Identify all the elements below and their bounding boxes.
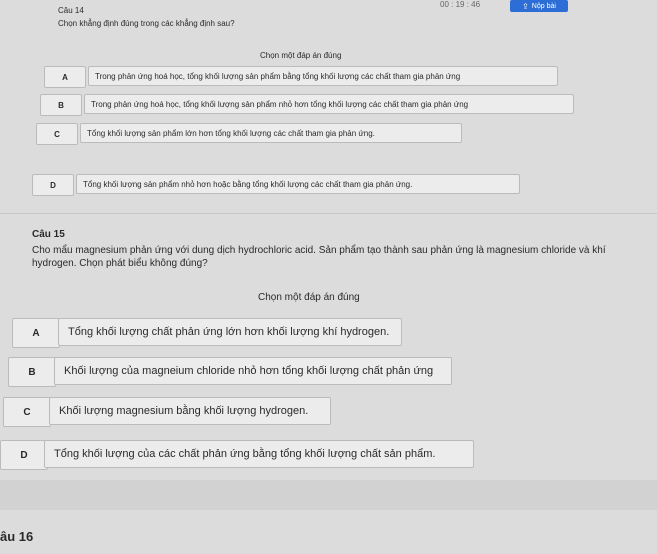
question-15-instruction: Chọn một đáp án đúng	[258, 292, 360, 303]
question-14-text: Chọn khẳng định đúng trong các khẳng địn…	[58, 19, 235, 28]
question-14-number: Câu 14	[58, 6, 84, 15]
submit-label: Nộp bài	[531, 2, 556, 10]
submit-icon: ⇪	[522, 1, 529, 11]
q15-option-c-letter[interactable]: C	[3, 397, 51, 427]
q15-option-a-letter[interactable]: A	[12, 318, 60, 348]
question-16-number: âu 16	[0, 529, 34, 544]
top-bar: 00 : 19 : 46 ⇪ Nộp bài	[0, 0, 657, 12]
question-15-text: Cho mẩu magnesium phản ứng với dung dịch…	[32, 245, 606, 269]
question-14-instruction: Chọn một đáp án đúng	[260, 51, 342, 60]
submit-button[interactable]: ⇪ Nộp bài	[510, 0, 568, 12]
countdown-timer: 00 : 19 : 46	[440, 0, 481, 9]
section-band	[0, 480, 657, 510]
q15-option-b-letter[interactable]: B	[8, 357, 56, 387]
q14-option-c[interactable]: Tổng khối lượng sản phẩm lớn hơn tổng kh…	[80, 123, 462, 143]
q14-option-d-letter[interactable]: D	[32, 174, 74, 196]
q14-option-d[interactable]: Tổng khối lượng sản phẩm nhỏ hơn hoặc bằ…	[76, 174, 520, 194]
q14-option-a-letter[interactable]: A	[44, 66, 86, 88]
q15-option-c[interactable]: Khối lượng magnesium bằng khối lượng hyd…	[49, 397, 331, 425]
q14-option-a[interactable]: Trong phản ứng hoá học, tổng khối lượng …	[88, 66, 558, 86]
q14-option-b-letter[interactable]: B	[40, 94, 82, 116]
q15-option-b[interactable]: Khối lượng của magneium chloride nhỏ hơn…	[54, 357, 452, 385]
section-divider	[0, 213, 657, 214]
q14-option-b[interactable]: Trong phản ứng hoá học, tổng khối lượng …	[84, 94, 574, 114]
q15-option-d-letter[interactable]: D	[0, 440, 48, 470]
question-15-number: Câu 15	[32, 229, 65, 240]
q15-option-a[interactable]: Tổng khối lượng chất phản ứng lớn hơn kh…	[58, 318, 402, 346]
q14-option-c-letter[interactable]: C	[36, 123, 78, 145]
q15-option-d[interactable]: Tổng khối lượng của các chất phản ứng bằ…	[44, 440, 474, 468]
